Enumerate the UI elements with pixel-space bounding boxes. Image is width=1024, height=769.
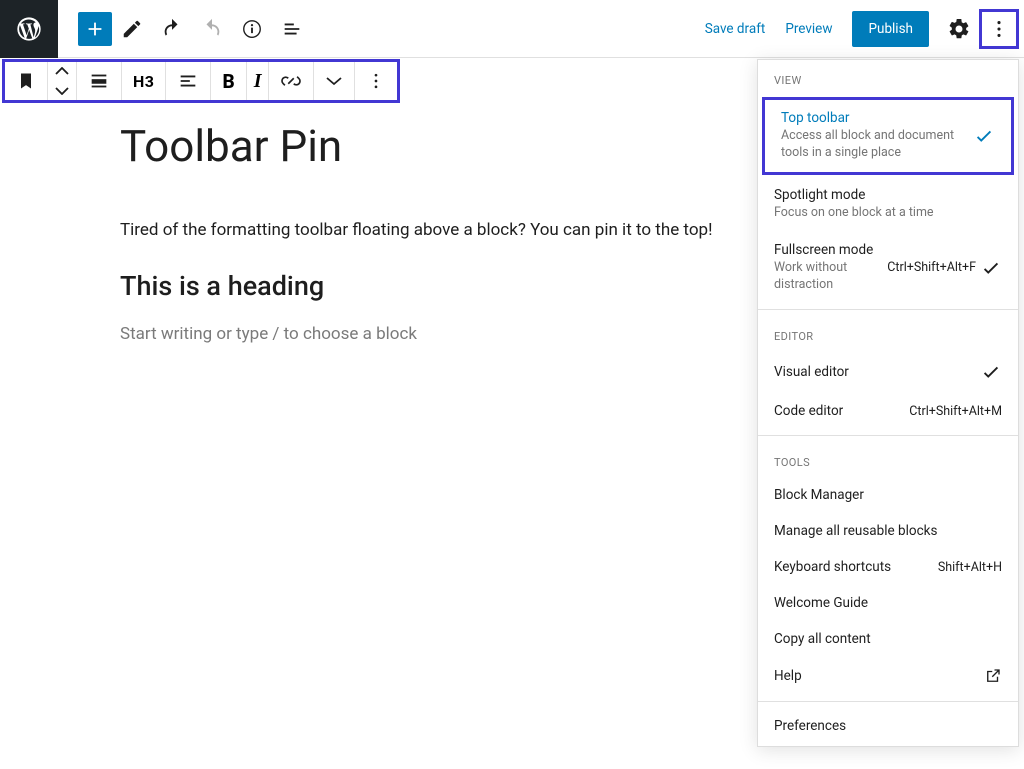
section-title-editor: Editor <box>758 316 1018 351</box>
undo-icon <box>161 18 183 40</box>
bold-button[interactable]: B <box>211 62 246 100</box>
gear-icon <box>947 17 971 41</box>
publish-button[interactable]: Publish <box>852 11 929 47</box>
menu-reusable-blocks[interactable]: Manage all reusable blocks <box>758 513 1018 549</box>
menu-item-label: Preferences <box>774 718 1002 734</box>
heading-level-label: H3 <box>133 72 154 91</box>
redo-button <box>192 9 232 49</box>
align-button[interactable] <box>77 62 122 100</box>
info-button[interactable] <box>232 9 272 49</box>
info-icon <box>241 18 263 40</box>
menu-block-manager[interactable]: Block Manager <box>758 477 1018 513</box>
menu-item-label: Code editor <box>774 403 903 419</box>
section-title-view: View <box>758 60 1018 95</box>
edit-mode-button[interactable] <box>112 9 152 49</box>
section-title-tools: Tools <box>758 442 1018 477</box>
menu-item-desc: Access all block and document tools in a… <box>781 128 973 162</box>
menu-preferences[interactable]: Preferences <box>758 708 1018 744</box>
settings-button[interactable] <box>939 9 979 49</box>
more-vertical-icon <box>366 71 386 91</box>
menu-item-label: Fullscreen mode <box>774 242 881 258</box>
check-icon <box>980 361 1002 383</box>
block-more-button[interactable] <box>355 62 397 100</box>
block-toolbar: H3 B I <box>2 59 400 103</box>
menu-item-desc: Work without distraction <box>774 260 881 294</box>
chevron-down-icon <box>325 76 343 86</box>
wordpress-icon <box>15 15 43 43</box>
chevron-up-icon <box>55 67 69 75</box>
check-icon <box>980 257 1002 279</box>
heading-level-button[interactable]: H3 <box>122 62 166 100</box>
chevron-down-icon <box>55 87 69 95</box>
more-formatting-button[interactable] <box>314 62 355 100</box>
menu-spotlight-mode[interactable]: Spotlight mode Focus on one block at a t… <box>758 177 1018 232</box>
editor-topbar: Save draft Preview Publish <box>0 0 1024 58</box>
text-align-button[interactable] <box>166 62 211 100</box>
wordpress-logo[interactable] <box>0 0 58 58</box>
menu-keyboard-shortcuts[interactable]: Keyboard shortcuts Shift+Alt+H <box>758 549 1018 585</box>
menu-item-label: Help <box>774 668 984 684</box>
save-draft-button[interactable]: Save draft <box>695 21 776 37</box>
block-type-button[interactable] <box>5 62 48 100</box>
menu-item-label: Keyboard shortcuts <box>774 559 932 575</box>
menu-item-label: Copy all content <box>774 631 1002 647</box>
align-none-icon <box>88 70 110 92</box>
menu-item-desc: Focus on one block at a time <box>774 205 1002 222</box>
menu-top-toolbar[interactable]: Top toolbar Access all block and documen… <box>762 97 1014 175</box>
menu-visual-editor[interactable]: Visual editor <box>758 351 1018 393</box>
menu-item-label: Top toolbar <box>781 110 973 126</box>
menu-item-shortcut: Shift+Alt+H <box>938 560 1002 575</box>
menu-welcome-guide[interactable]: Welcome Guide <box>758 585 1018 621</box>
menu-item-label: Welcome Guide <box>774 595 1002 611</box>
menu-item-label: Visual editor <box>774 364 980 380</box>
outline-button[interactable] <box>272 9 312 49</box>
menu-help[interactable]: Help <box>758 657 1018 695</box>
menu-item-shortcut: Ctrl+Shift+Alt+F <box>887 260 976 275</box>
undo-button[interactable] <box>152 9 192 49</box>
menu-item-label: Manage all reusable blocks <box>774 523 1002 539</box>
align-left-icon <box>177 70 199 92</box>
outline-icon <box>281 18 303 40</box>
more-vertical-icon <box>988 18 1010 40</box>
link-icon <box>280 70 302 92</box>
bookmark-icon <box>16 71 36 91</box>
preview-button[interactable]: Preview <box>775 21 842 37</box>
menu-code-editor[interactable]: Code editor Ctrl+Shift+Alt+M <box>758 393 1018 429</box>
menu-item-label: Block Manager <box>774 487 1002 503</box>
italic-icon: I <box>254 70 262 93</box>
menu-item-shortcut: Ctrl+Shift+Alt+M <box>909 404 1002 419</box>
menu-fullscreen-mode[interactable]: Fullscreen mode Work without distraction… <box>758 232 1018 304</box>
menu-copy-all[interactable]: Copy all content <box>758 621 1018 657</box>
move-block-buttons[interactable] <box>48 62 77 100</box>
add-block-button[interactable] <box>78 12 112 46</box>
check-icon <box>973 125 995 147</box>
plus-icon <box>84 18 106 40</box>
link-button[interactable] <box>269 62 314 100</box>
external-link-icon <box>984 667 1002 685</box>
more-options-button[interactable] <box>979 9 1019 49</box>
redo-icon <box>201 18 223 40</box>
options-menu: View Top toolbar Access all block and do… <box>757 59 1019 747</box>
italic-button[interactable]: I <box>247 62 270 100</box>
pencil-icon <box>121 18 143 40</box>
bold-icon: B <box>222 70 234 93</box>
menu-item-label: Spotlight mode <box>774 187 1002 203</box>
